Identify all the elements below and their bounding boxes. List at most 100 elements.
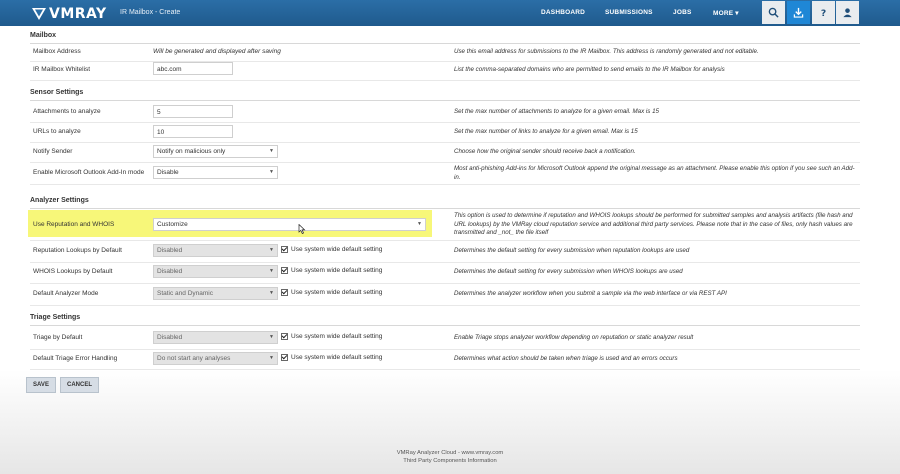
- system-default-label: Use system wide default setting: [291, 267, 383, 274]
- triage-error-desc: Determines what action should be taken w…: [454, 355, 678, 362]
- whois-lookups-label: WHOIS Lookups by Default: [33, 268, 113, 275]
- system-default-label: Use system wide default setting: [291, 354, 383, 361]
- notify-sender-select[interactable]: Notify on malicious only ▼: [153, 145, 278, 158]
- footer-third-party-link[interactable]: Third Party Components Information: [0, 458, 900, 464]
- search-icon: [768, 7, 779, 18]
- nav-more[interactable]: MORE ▾: [713, 9, 739, 17]
- caret-down-icon: ▼: [269, 355, 274, 361]
- outlook-addin-label: Enable Microsoft Outlook Add-In mode: [33, 169, 145, 176]
- top-navigation-bar: VMRAY IR Mailbox - Create DASHBOARD SUBM…: [0, 0, 900, 26]
- reputation-whois-selected: Customize: [157, 221, 188, 228]
- system-default-label: Use system wide default setting: [291, 246, 383, 253]
- caret-down-icon: ▼: [417, 221, 422, 227]
- attachments-desc: Set the max number of attachments to ana…: [454, 108, 659, 115]
- analyzer-mode-default-checkbox[interactable]: Use system wide default setting: [281, 289, 382, 296]
- triage-default-selected: Disabled: [157, 334, 183, 341]
- reputation-whois-desc: This option is used to determine if repu…: [454, 212, 853, 236]
- breadcrumb: IR Mailbox - Create: [120, 9, 181, 16]
- user-icon: [843, 8, 852, 18]
- row-attachments: Attachments to analyze 5 Set the max num…: [30, 102, 860, 123]
- caret-down-icon: ▼: [269, 148, 274, 154]
- urls-input[interactable]: 10: [153, 125, 233, 138]
- nav-submissions[interactable]: SUBMISSIONS: [605, 9, 653, 16]
- caret-down-icon: ▼: [269, 247, 274, 253]
- footer-copyright[interactable]: VMRay Analyzer Cloud - www.vmray.com: [0, 450, 900, 456]
- reputation-lookups-default-checkbox[interactable]: Use system wide default setting: [281, 246, 382, 253]
- vmray-logo[interactable]: VMRAY: [32, 5, 108, 22]
- analyzer-mode-label: Default Analyzer Mode: [33, 290, 99, 297]
- caret-down-icon: ▼: [269, 268, 274, 274]
- reputation-lookups-desc: Determines the default setting for every…: [454, 247, 690, 254]
- mailbox-address-desc: Use this email address for submissions t…: [454, 48, 759, 55]
- notify-sender-label: Notify Sender: [33, 148, 73, 155]
- whitelist-label: IR Mailbox Whitelist: [33, 66, 91, 73]
- row-mailbox-whitelist: IR Mailbox Whitelist abc.com List the co…: [30, 61, 860, 81]
- reputation-whois-select[interactable]: Customize ▼: [153, 218, 426, 231]
- checkbox-checked[interactable]: [281, 333, 288, 340]
- row-analyzer-mode: Default Analyzer Mode Static and Dynamic…: [30, 283, 860, 306]
- outlook-addin-selected: Disable: [157, 169, 179, 176]
- caret-down-icon: ▼: [269, 290, 274, 296]
- reputation-lookups-select[interactable]: Disabled ▼: [153, 244, 278, 257]
- triage-error-default-checkbox[interactable]: Use system wide default setting: [281, 354, 382, 361]
- triage-default-checkbox[interactable]: Use system wide default setting: [281, 333, 382, 340]
- whitelist-desc: List the comma-separated domains who are…: [454, 66, 725, 73]
- user-menu-button[interactable]: [836, 1, 859, 24]
- triage-error-label: Default Triage Error Handling: [33, 355, 118, 362]
- mailbox-address-label: Mailbox Address: [33, 48, 81, 55]
- notify-sender-desc: Choose how the original sender should re…: [454, 148, 636, 155]
- whitelist-input[interactable]: abc.com: [153, 62, 233, 75]
- caret-down-icon: ▼: [269, 169, 274, 175]
- whois-lookups-desc: Determines the default setting for every…: [454, 268, 683, 275]
- checkbox-checked[interactable]: [281, 267, 288, 274]
- section-triage-settings: Triage Settings: [30, 311, 860, 326]
- system-default-label: Use system wide default setting: [291, 333, 383, 340]
- search-button[interactable]: [762, 1, 785, 24]
- outlook-addin-select[interactable]: Disable ▼: [153, 166, 278, 179]
- row-urls: URLs to analyze 10 Set the max number of…: [30, 122, 860, 143]
- section-sensor-settings: Sensor Settings: [30, 86, 860, 101]
- outlook-addin-desc: Most anti-phishing Add-ins for Microsoft…: [454, 165, 855, 181]
- whois-lookups-selected: Disabled: [157, 268, 183, 275]
- row-reputation-lookups: Reputation Lookups by Default Disabled ▼…: [30, 240, 860, 263]
- notify-sender-selected: Notify on malicious only: [157, 148, 226, 155]
- row-notify-sender: Notify Sender Notify on malicious only ▼…: [30, 142, 860, 163]
- nav-jobs[interactable]: JOBS: [673, 9, 692, 16]
- whois-lookups-select[interactable]: Disabled ▼: [153, 265, 278, 278]
- reputation-whois-label: Use Reputation and WHOIS: [33, 221, 115, 228]
- mouse-cursor-icon: [298, 224, 306, 234]
- download-icon: [793, 7, 804, 18]
- row-whois-lookups: WHOIS Lookups by Default Disabled ▼ Use …: [30, 262, 860, 284]
- row-mailbox-address: Mailbox Address Will be generated and di…: [30, 44, 860, 62]
- analyzer-mode-select[interactable]: Static and Dynamic ▼: [153, 287, 278, 300]
- caret-down-icon: ▼: [269, 334, 274, 340]
- download-button[interactable]: [787, 1, 810, 24]
- row-outlook-addin: Enable Microsoft Outlook Add-In mode Dis…: [30, 162, 860, 185]
- checkbox-checked[interactable]: [281, 289, 288, 296]
- triage-default-select[interactable]: Disabled ▼: [153, 331, 278, 344]
- system-default-label: Use system wide default setting: [291, 289, 383, 296]
- attachments-label: Attachments to analyze: [33, 108, 101, 115]
- reputation-lookups-selected: Disabled: [157, 247, 183, 254]
- attachments-input[interactable]: 5: [153, 105, 233, 118]
- help-button[interactable]: ?: [812, 1, 835, 24]
- nav-dashboard[interactable]: DASHBOARD: [541, 9, 585, 16]
- urls-label: URLs to analyze: [33, 128, 81, 135]
- triage-error-selected: Do not start any analyses: [157, 355, 231, 362]
- section-analyzer-settings: Analyzer Settings: [30, 194, 860, 209]
- row-reputation-whois: Use Reputation and WHOIS Customize ▼ Thi…: [30, 210, 860, 241]
- checkbox-checked[interactable]: [281, 246, 288, 253]
- triage-error-select[interactable]: Do not start any analyses ▼: [153, 352, 278, 365]
- help-icon: ?: [821, 8, 826, 18]
- analyzer-mode-desc: Determines the analyzer workflow when yo…: [454, 290, 727, 297]
- reputation-lookups-label: Reputation Lookups by Default: [33, 247, 122, 254]
- analyzer-mode-selected: Static and Dynamic: [157, 290, 213, 297]
- row-triage-error: Default Triage Error Handling Do not sta…: [30, 349, 860, 370]
- row-triage-default: Triage by Default Disabled ▼ Use system …: [30, 327, 860, 350]
- cancel-button[interactable]: CANCEL: [60, 377, 99, 393]
- checkbox-checked[interactable]: [281, 354, 288, 361]
- urls-desc: Set the max number of links to analyze f…: [454, 128, 638, 135]
- triage-default-desc: Enable Triage stops analyzer workflow de…: [454, 334, 694, 341]
- save-button[interactable]: SAVE: [26, 377, 56, 393]
- whois-lookups-default-checkbox[interactable]: Use system wide default setting: [281, 267, 382, 274]
